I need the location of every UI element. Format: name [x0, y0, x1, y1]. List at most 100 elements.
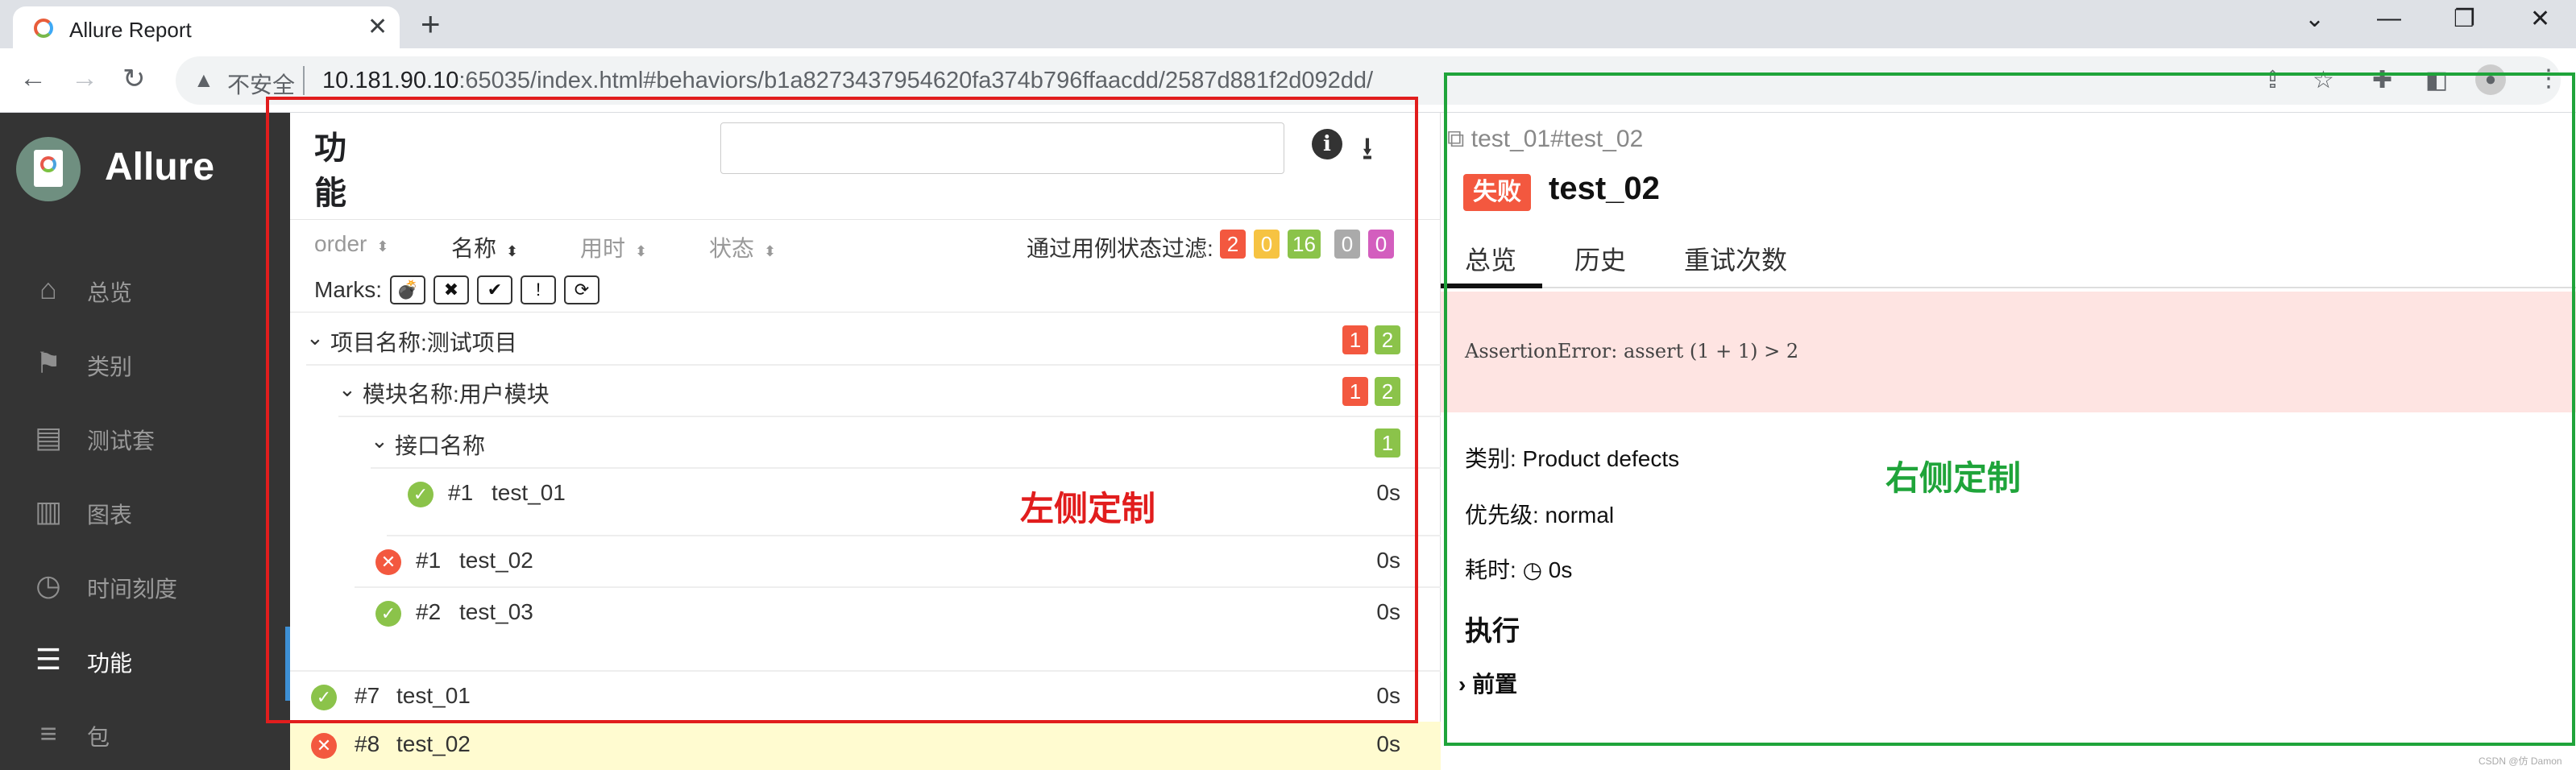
sort-label: order	[314, 231, 367, 256]
test-duration: 0s	[1376, 599, 1400, 624]
bomb-icon[interactable]: 💣	[390, 275, 425, 304]
extensions-icon[interactable]: ✚	[2372, 66, 2392, 94]
sort-status-button[interactable]: 状态 ⬍	[709, 231, 776, 263]
sort-order-button[interactable]: order ⬍	[314, 231, 388, 257]
new-tab-button[interactable]: +	[421, 5, 441, 43]
group-name: 模块名称:用户模块	[363, 382, 550, 407]
left-annotation-label: 左侧定制	[1020, 490, 1156, 528]
tab-history[interactable]: 历史	[1574, 240, 1626, 277]
bar-chart-icon: ▥	[34, 495, 62, 528]
sidebar-item-behaviors[interactable]: ☰ 功能	[0, 622, 290, 696]
group-name: 接口名称	[395, 433, 486, 458]
test-row[interactable]: ✓ #1 test_01 0s	[290, 469, 1441, 536]
sidebar-item-graphs[interactable]: ▥ 图表	[0, 474, 290, 548]
sidebar-item-label: 总览	[87, 280, 133, 305]
sort-name-button[interactable]: 名称 ⬍	[451, 231, 518, 263]
test-order: #1	[448, 480, 474, 505]
duration-value: 0s	[1548, 557, 1573, 582]
tab-retries[interactable]: 重试次数	[1684, 240, 1787, 277]
sort-icon: ⬍	[506, 243, 519, 259]
refresh-icon[interactable]: ⟳	[564, 275, 599, 304]
tree-group-row[interactable]: ⌄ 接口名称 1	[290, 417, 1441, 469]
forward-button[interactable]: →	[71, 63, 98, 94]
sidebar-item-suites[interactable]: ▤ 测试套	[0, 399, 290, 474]
filter-failed-toggle[interactable]: 2	[1220, 230, 1246, 259]
sidebar-item-categories[interactable]: ⚑ 类别	[0, 325, 290, 399]
menu-icon[interactable]: ⋮	[2537, 64, 2561, 93]
minimize-button[interactable]: —	[2377, 5, 2401, 32]
allure-sidebar: Allure ⌂ 总览 ⚑ 类别 ▤ 测试套 ▥ 图表 ◷ 时间刻度 ☰ 功能 …	[0, 113, 290, 770]
close-window-button[interactable]: ✕	[2530, 5, 2550, 33]
warning-icon[interactable]: ▲	[193, 68, 214, 93]
tab-search-icon[interactable]: ⌄	[2304, 5, 2325, 33]
browser-tab[interactable]: Allure Report ✕	[13, 6, 400, 48]
tabs-divider	[1441, 287, 2576, 288]
test-row-selected[interactable]: ✕ #8 test_02 0s	[290, 722, 1441, 770]
sidebar-item-packages[interactable]: ≡ 包	[0, 696, 290, 770]
sidepanel-icon[interactable]: ◧	[2425, 66, 2448, 94]
share-icon[interactable]: ⇪	[2263, 66, 2283, 94]
test-row[interactable]: ✓ #2 test_03 0s	[290, 588, 1441, 640]
execution-heading: 执行	[1465, 616, 1520, 647]
info-icon[interactable]: i	[1312, 129, 1342, 159]
check-circle-icon: ✓	[375, 601, 401, 627]
tab-overview[interactable]: 总览	[1465, 240, 1516, 277]
test-name: test_01	[396, 683, 471, 708]
tree-group-row[interactable]: ⌄ 项目名称:测试项目 1 2	[290, 314, 1441, 366]
browser-tabstrip: Allure Report ✕ + ⌄ — ❐ ✕	[0, 0, 2576, 48]
filter-unknown-toggle[interactable]: 0	[1368, 230, 1394, 259]
brand-name[interactable]: Allure	[105, 145, 214, 189]
back-button[interactable]: ←	[19, 63, 47, 94]
sidebar-item-label: 图表	[87, 503, 133, 528]
filter-skipped-toggle[interactable]: 0	[1334, 230, 1360, 259]
test-duration: 0s	[1376, 548, 1400, 573]
allure-logo-icon[interactable]	[16, 137, 81, 201]
check-circle-icon: ✓	[408, 482, 433, 507]
download-icon[interactable]: ⭳	[1362, 126, 1373, 180]
status-badge: 失败	[1463, 174, 1531, 211]
clock-icon: ◷	[35, 569, 61, 602]
active-tab-indicator	[1441, 284, 1542, 288]
sort-icon: ⬍	[376, 238, 389, 255]
chevron-down-icon: ⌄	[338, 377, 356, 401]
chevron-down-icon: ⌄	[371, 428, 388, 453]
tree-group-row[interactable]: ⌄ 模块名称:用户模块 1 2	[290, 366, 1441, 417]
sort-duration-button[interactable]: 用时 ⬍	[580, 231, 647, 263]
times-circle-icon: ✕	[311, 733, 337, 759]
url-text[interactable]: 10.181.90.10:65035/index.html#behaviors/…	[322, 68, 1373, 94]
check-circle-icon: ✓	[311, 685, 337, 710]
sidebar-item-label: 测试套	[87, 428, 156, 453]
sort-header: order ⬍ 名称 ⬍ 用时 ⬍ 状态 ⬍ 通过用例状态过滤: 2 0 16 0 0	[290, 219, 1441, 267]
page-title: 功能	[314, 130, 346, 211]
behaviors-tree-pane: 功能 i ⭳ order ⬍ 名称 ⬍ 用时 ⬍ 状态 ⬍ 通过用例状态过滤: 2 0 …	[290, 113, 1441, 770]
briefcase-icon: ▤	[34, 420, 62, 453]
tab-close-icon[interactable]: ✕	[367, 13, 388, 41]
exclamation-circle-icon[interactable]: !	[521, 275, 556, 304]
reload-button[interactable]: ↻	[122, 63, 146, 95]
breadcrumb[interactable]: ⧉ test_01#test_02	[1447, 126, 1643, 153]
filter-passed-toggle[interactable]: 16	[1288, 230, 1321, 259]
test-row[interactable]: ✕ #1 test_02 0s	[290, 536, 1441, 588]
sort-icon: ⬍	[635, 243, 648, 259]
security-label[interactable]: 不安全	[227, 68, 295, 100]
restore-button[interactable]: ❐	[2454, 5, 2475, 33]
test-row[interactable]: ✓ #7 test_01 0s	[290, 670, 1441, 722]
sidebar-item-timeline[interactable]: ◷ 时间刻度	[0, 548, 290, 622]
setup-toggle[interactable]: › 前置	[1458, 667, 1517, 699]
copy-icon[interactable]: ⧉	[1447, 126, 1464, 152]
chevron-right-icon: ›	[1458, 672, 1466, 697]
watermark: CSDN @仿 Damon	[2479, 756, 2562, 767]
url-path: :65035/index.html#behaviors/b1a827343795…	[458, 68, 1374, 93]
sidebar-item-overview[interactable]: ⌂ 总览	[0, 251, 290, 325]
profile-icon[interactable]: ●	[2475, 64, 2506, 95]
times-circle-icon[interactable]: ✖	[433, 275, 469, 304]
test-name: test_02	[396, 731, 471, 756]
test-duration: 0s	[1376, 683, 1400, 708]
star-icon[interactable]: ☆	[2313, 66, 2334, 94]
home-icon: ⌂	[39, 272, 57, 305]
search-input[interactable]	[720, 122, 1284, 174]
address-bar[interactable]: ▲ 不安全 10.181.90.10:65035/index.html#beha…	[176, 56, 2561, 105]
filter-broken-toggle[interactable]: 0	[1254, 230, 1280, 259]
flag-icon: ⚑	[35, 346, 62, 379]
check-circle-icon[interactable]: ✔	[477, 275, 512, 304]
